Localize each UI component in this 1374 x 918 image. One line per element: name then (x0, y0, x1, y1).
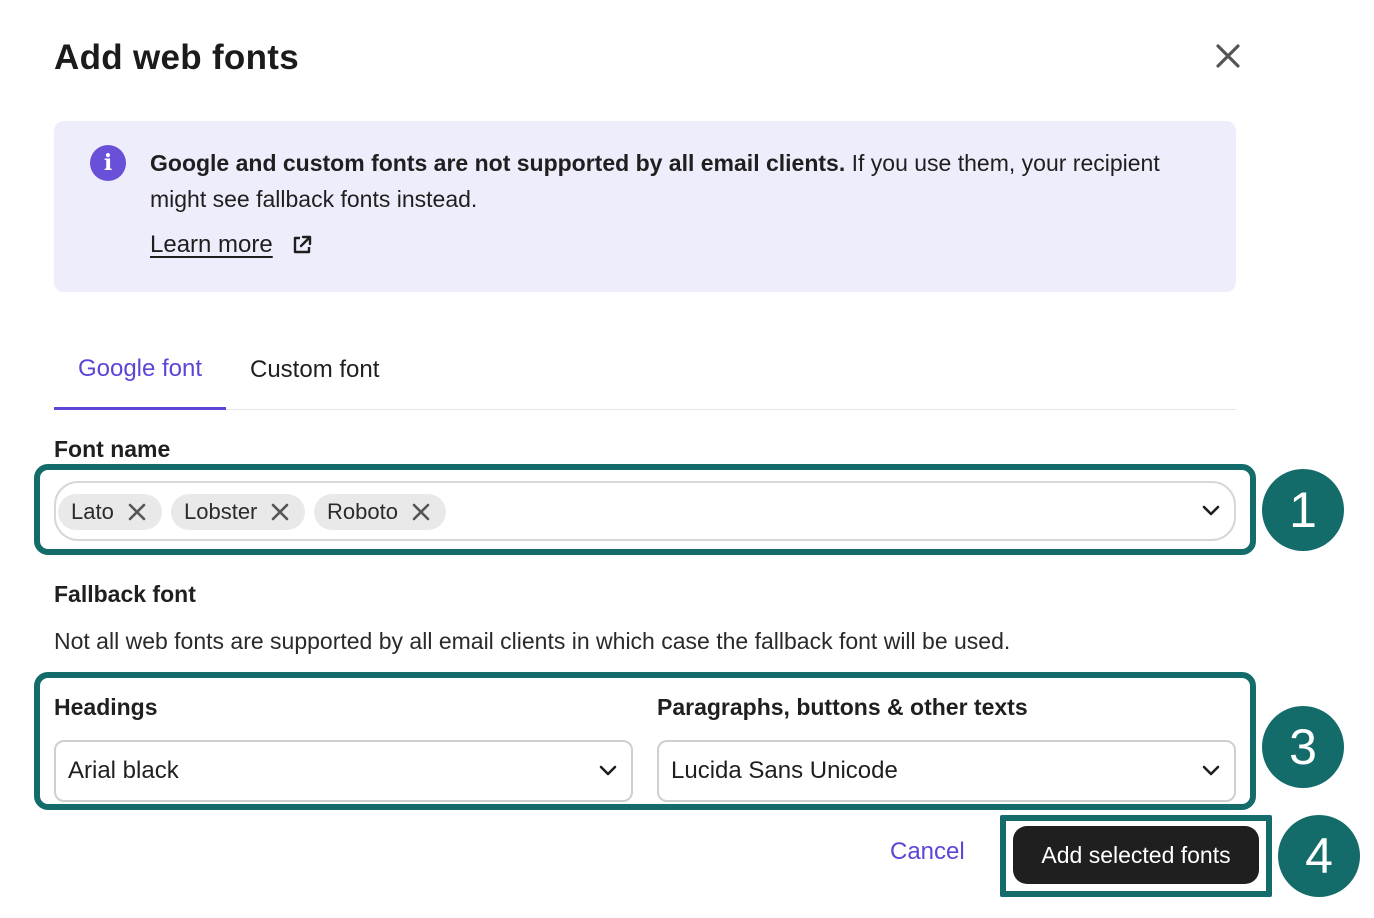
remove-chip-button[interactable] (128, 503, 146, 521)
remove-chip-button[interactable] (271, 503, 289, 521)
dialog-title: Add web fonts (54, 38, 299, 77)
chevron-down-icon[interactable] (1202, 505, 1220, 517)
info-icon: i (90, 145, 126, 181)
info-message-bold: Google and custom fonts are not supporte… (150, 150, 846, 176)
close-button[interactable] (1210, 38, 1246, 74)
tab-google-font[interactable]: Google font (54, 330, 226, 410)
remove-chip-button[interactable] (412, 503, 430, 521)
external-link-icon (293, 235, 311, 254)
headings-fallback-select[interactable]: Arial black (54, 740, 633, 802)
cancel-button[interactable]: Cancel (890, 838, 965, 866)
font-chip-roboto: Roboto (314, 494, 446, 530)
font-name-label: Font name (54, 436, 171, 462)
annotation-badge-4: 4 (1278, 815, 1360, 897)
chevron-down-icon (599, 765, 617, 777)
learn-more-label: Learn more (150, 231, 273, 258)
font-source-tabs: Google font Custom font (54, 330, 1236, 410)
close-icon (272, 503, 289, 521)
tab-custom-font[interactable]: Custom font (250, 330, 379, 410)
paragraphs-fallback-select[interactable]: Lucida Sans Unicode (657, 740, 1236, 802)
paragraphs-label: Paragraphs, buttons & other texts (657, 694, 1028, 720)
font-chip-lato: Lato (58, 494, 162, 530)
close-icon (1216, 44, 1240, 68)
chip-label: Roboto (327, 499, 398, 524)
annotation-badge-1: 1 (1262, 469, 1344, 551)
info-banner: i Google and custom fonts are not suppor… (54, 121, 1236, 292)
annotation-badge-3: 3 (1262, 706, 1344, 788)
font-name-multiselect[interactable]: Lato Lobster Roboto (54, 481, 1236, 541)
add-selected-fonts-button[interactable]: Add selected fonts (1013, 826, 1259, 884)
headings-fallback-value: Arial black (68, 757, 179, 784)
add-web-fonts-dialog: Add web fonts i Google and custom fonts … (0, 0, 1374, 918)
close-icon (412, 503, 430, 521)
chip-label: Lobster (184, 499, 258, 524)
fallback-font-label: Fallback font (54, 581, 196, 607)
headings-label: Headings (54, 694, 158, 720)
learn-more-link[interactable]: Learn more (150, 231, 313, 259)
close-icon (128, 503, 146, 521)
chevron-down-icon (1202, 765, 1220, 777)
font-chip-lobster: Lobster (171, 494, 305, 530)
info-message: Google and custom fonts are not supporte… (150, 145, 1210, 217)
paragraphs-fallback-value: Lucida Sans Unicode (671, 757, 898, 784)
chip-label: Lato (71, 499, 114, 524)
fallback-description: Not all web fonts are supported by all e… (54, 628, 1011, 654)
